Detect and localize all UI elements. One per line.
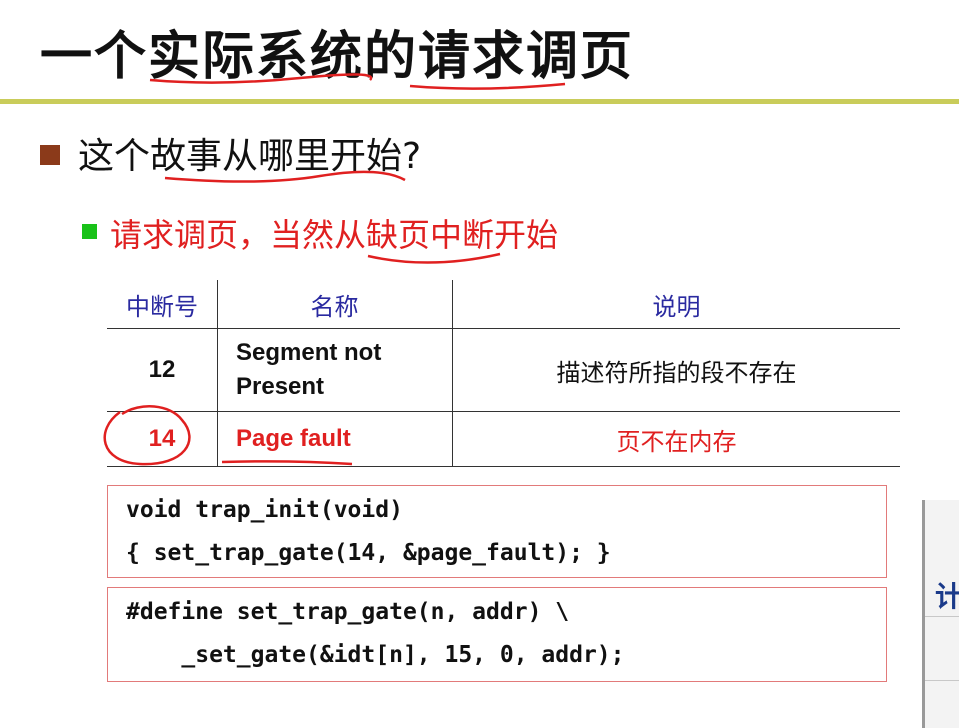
table-row: 12 Segment not Present 描述符所指的段不存在 [107, 328, 900, 412]
sub-bullet-answer: 请求调页，当然从缺页中断开始 [110, 216, 559, 254]
code-line: _set_gate(&idt[n], 15, 0, addr); [126, 642, 625, 668]
interrupt-name-line1: Segment not [236, 339, 382, 366]
interrupt-name-line2: Present [236, 373, 325, 400]
title-divider [0, 99, 959, 104]
bullet-question: 这个故事从哪里开始? [78, 136, 422, 177]
side-grid-line [925, 680, 959, 681]
interrupt-name: Page fault [217, 411, 453, 467]
table-header-row: 中断号 名称 说明 [107, 280, 900, 329]
header-interrupt-number: 中断号 [107, 280, 218, 329]
side-grid-line [925, 616, 959, 617]
header-description: 说明 [452, 280, 900, 329]
code-line: #define set_trap_gate(n, addr) \ [126, 599, 570, 625]
interrupt-number: 12 [107, 328, 218, 412]
header-name: 名称 [217, 280, 453, 329]
code-block-set-trap-gate: #define set_trap_gate(n, addr) \ _set_ga… [107, 587, 887, 682]
interrupt-name: Segment not Present [217, 328, 453, 412]
code-line: { set_trap_gate(14, &page_fault); } [126, 540, 611, 566]
code-block-trap-init: void trap_init(void) { set_trap_gate(14,… [107, 485, 887, 578]
code-line: void trap_init(void) [126, 497, 403, 523]
side-text-fragment: 计 [935, 580, 959, 613]
sub-bullet-square-icon [82, 224, 97, 239]
bullet-square-icon [40, 145, 60, 165]
table-row: 14 Page fault 页不在内存 [107, 411, 900, 467]
interrupt-table: 中断号 名称 说明 12 Segment not Present 描述符所指的段… [107, 280, 900, 467]
interrupt-description: 页不在内存 [452, 411, 900, 467]
slide-title: 一个实际系统的请求调页 [40, 27, 635, 87]
interrupt-number: 14 [107, 411, 218, 467]
interrupt-description: 描述符所指的段不存在 [452, 328, 900, 412]
side-panel-fragment: 计 [922, 500, 959, 728]
